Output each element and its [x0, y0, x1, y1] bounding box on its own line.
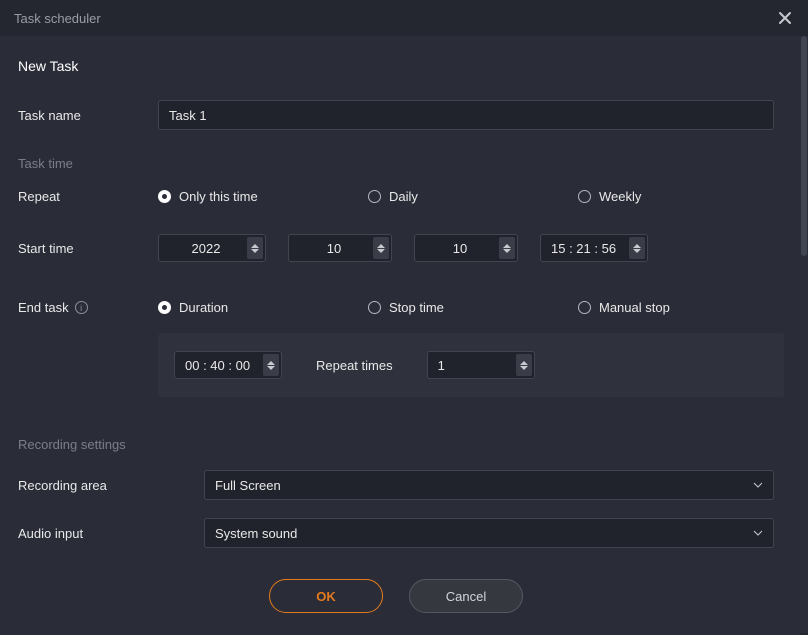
chevron-down-icon	[753, 482, 763, 488]
end-task-row: End task i Duration Stop time Manual sto…	[18, 300, 774, 315]
spinner-arrows-icon[interactable]	[499, 237, 515, 259]
close-icon	[778, 11, 792, 25]
titlebar: Task scheduler	[0, 0, 808, 36]
year-value: 2022	[192, 241, 221, 256]
repeat-times-spinner[interactable]: 1	[427, 351, 535, 379]
radio-dot-icon	[578, 190, 591, 203]
year-spinner[interactable]: 2022	[158, 234, 266, 262]
info-icon[interactable]: i	[75, 301, 88, 314]
duration-spinner[interactable]: 00 : 40 : 00	[174, 351, 282, 379]
radio-label: Weekly	[599, 189, 641, 204]
spinner-arrows-icon[interactable]	[263, 354, 279, 376]
footer: OK Cancel	[18, 579, 774, 613]
radio-daily[interactable]: Daily	[368, 189, 578, 204]
day-value: 10	[453, 241, 467, 256]
radio-weekly[interactable]: Weekly	[578, 189, 774, 204]
radio-label: Stop time	[389, 300, 444, 315]
radio-dot-icon	[368, 190, 381, 203]
recording-area-value: Full Screen	[215, 478, 281, 493]
end-options: Duration Stop time Manual stop	[158, 300, 774, 315]
radio-manual-stop[interactable]: Manual stop	[578, 300, 774, 315]
repeat-row: Repeat Only this time Daily Weekly	[18, 189, 774, 204]
scrollbar-thumb[interactable]	[801, 36, 807, 256]
month-value: 10	[327, 241, 341, 256]
duration-value: 00 : 40 : 00	[185, 358, 250, 373]
month-spinner[interactable]: 10	[288, 234, 392, 262]
radio-dot-icon	[368, 301, 381, 314]
section-recording-settings: Recording settings	[18, 437, 774, 452]
dialog-content: New Task Task name Task time Repeat Only…	[0, 36, 800, 635]
scrollbar[interactable]	[800, 36, 808, 633]
start-time-label: Start time	[18, 241, 158, 256]
spinner-arrows-icon[interactable]	[247, 237, 263, 259]
spinner-arrows-icon[interactable]	[629, 237, 645, 259]
day-spinner[interactable]: 10	[414, 234, 518, 262]
repeat-times-label: Repeat times	[316, 358, 393, 373]
ok-button[interactable]: OK	[269, 579, 383, 613]
radio-label: Duration	[179, 300, 228, 315]
repeat-times-value: 1	[438, 358, 445, 373]
spinner-arrows-icon[interactable]	[516, 354, 532, 376]
end-task-label: End task i	[18, 300, 158, 315]
recording-area-label: Recording area	[18, 478, 204, 493]
radio-label: Manual stop	[599, 300, 670, 315]
radio-label: Daily	[389, 189, 418, 204]
audio-input-select[interactable]: System sound	[204, 518, 774, 548]
radio-duration[interactable]: Duration	[158, 300, 368, 315]
radio-only-this-time[interactable]: Only this time	[158, 189, 368, 204]
clock-value: 15 : 21 : 56	[551, 241, 616, 256]
audio-input-row: Audio input System sound	[18, 518, 774, 548]
chevron-down-icon	[753, 530, 763, 536]
radio-dot-icon	[578, 301, 591, 314]
task-name-input[interactable]	[158, 100, 774, 130]
audio-input-value: System sound	[215, 526, 297, 541]
start-time-row: Start time 2022 10 10 15 : 21 : 56	[18, 234, 774, 262]
repeat-label: Repeat	[18, 189, 158, 204]
close-button[interactable]	[776, 9, 794, 27]
section-task-time: Task time	[18, 156, 774, 171]
cancel-button[interactable]: Cancel	[409, 579, 523, 613]
radio-stop-time[interactable]: Stop time	[368, 300, 578, 315]
radio-label: Only this time	[179, 189, 258, 204]
recording-area-select[interactable]: Full Screen	[204, 470, 774, 500]
task-name-label: Task name	[18, 108, 158, 123]
duration-panel: 00 : 40 : 00 Repeat times 1	[158, 333, 784, 397]
window-title: Task scheduler	[14, 11, 101, 26]
audio-input-label: Audio input	[18, 526, 204, 541]
repeat-options: Only this time Daily Weekly	[158, 189, 774, 204]
radio-dot-icon	[158, 301, 171, 314]
recording-area-row: Recording area Full Screen	[18, 470, 774, 500]
page-title: New Task	[18, 58, 774, 74]
clock-spinner[interactable]: 15 : 21 : 56	[540, 234, 648, 262]
radio-dot-icon	[158, 190, 171, 203]
task-name-row: Task name	[18, 100, 774, 130]
spinner-arrows-icon[interactable]	[373, 237, 389, 259]
